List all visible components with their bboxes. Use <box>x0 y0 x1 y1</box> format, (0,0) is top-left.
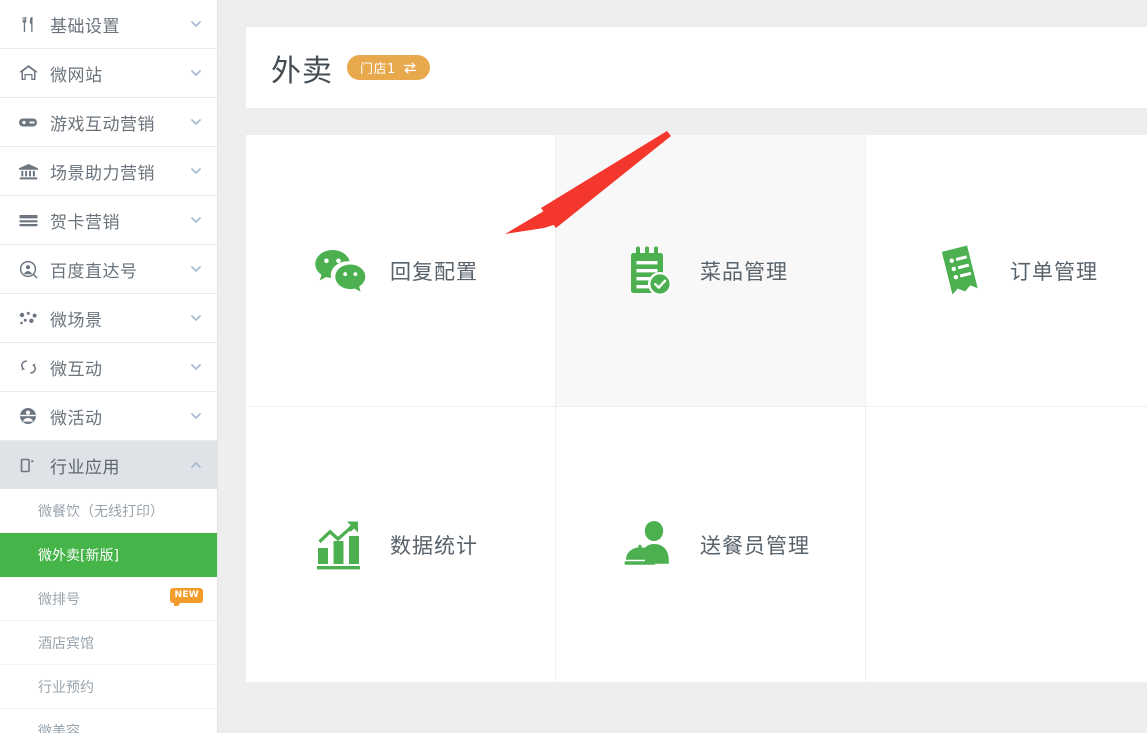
sidebar-item-scene-marketing[interactable]: 场景助力营销 <box>0 147 217 195</box>
sidebar-subnav-industry-apps: 微餐饮（无线打印） 微外卖[新版] 微排号 NEW 酒店宾馆 行业预约 微美容 <box>0 489 217 733</box>
tile-label: 数据统计 <box>390 533 478 558</box>
sidebar-item-industry-apps[interactable]: 行业应用 <box>0 441 217 489</box>
app-tiles-card: 回复配置 菜品管理 订单管理 数据统计 送餐员管理 <box>246 135 1147 682</box>
sidebar-group-scene-marketing: 场景助力营销 <box>0 147 217 196</box>
sidebar-item-micro-activity[interactable]: 微活动 <box>0 392 217 440</box>
chevron-down-icon <box>189 164 203 178</box>
scatter-icon <box>16 307 40 329</box>
sidebar-group-game-marketing: 游戏互动营销 <box>0 98 217 147</box>
page-header-card: 外卖 门店1 <box>246 27 1147 108</box>
sidebar-group-micro-interaction: 微互动 <box>0 343 217 392</box>
sidebar-item-label: 微活动 <box>50 408 103 429</box>
sidebar-item-label: 游戏互动营销 <box>50 114 155 135</box>
tile-reply-config[interactable]: 回复配置 <box>246 135 556 407</box>
sidebar-subitem-label: 微美容 <box>38 723 80 733</box>
card-icon <box>16 209 40 231</box>
main-content: 外卖 门店1 回复配置 菜品管理 订单管理 数据统计 送餐员管理 <box>219 0 1147 733</box>
delivery-person-icon <box>624 519 676 571</box>
sidebar-group-micro-scene: 微场景 <box>0 294 217 343</box>
tile-label: 菜品管理 <box>700 259 788 284</box>
bank-icon <box>16 160 40 182</box>
sidebar-subitem-micro-beauty[interactable]: 微美容 <box>0 709 217 733</box>
tile-label: 订单管理 <box>1010 259 1098 284</box>
store-switch-badge[interactable]: 门店1 <box>347 55 430 80</box>
tile-delivery-staff-management[interactable]: 送餐员管理 <box>556 407 866 682</box>
sidebar-subitem-industry-booking[interactable]: 行业预约 <box>0 665 217 709</box>
app-tiles-grid: 回复配置 菜品管理 订单管理 数据统计 送餐员管理 <box>246 135 1147 682</box>
sidebar-subitem-label: 微外卖[新版] <box>38 547 119 564</box>
gamepad-icon <box>16 111 40 133</box>
sidebar-subitem-hotel[interactable]: 酒店宾馆 <box>0 621 217 665</box>
sidebar-item-basic-settings[interactable]: 基础设置 <box>0 0 217 48</box>
chevron-down-icon <box>189 311 203 325</box>
tile-dish-management[interactable]: 菜品管理 <box>556 135 866 407</box>
sidebar-item-label: 基础设置 <box>50 16 120 37</box>
sidebar-item-label: 微互动 <box>50 359 103 380</box>
sidebar-item-micro-scene[interactable]: 微场景 <box>0 294 217 342</box>
swap-arrows-icon <box>403 62 417 74</box>
sidebar-item-baidu-zhidahao[interactable]: 百度直达号 <box>0 245 217 293</box>
chevron-down-icon <box>189 213 203 227</box>
sidebar: 基础设置 微网站 游戏互动营销 场景助力营销 贺卡营销 百度直达号 微场景 微互… <box>0 0 218 733</box>
sidebar-item-label: 场景助力营销 <box>50 163 155 184</box>
chevron-down-icon <box>189 360 203 374</box>
chevron-down-icon <box>189 115 203 129</box>
sidebar-group-industry-apps: 行业应用 微餐饮（无线打印） 微外卖[新版] 微排号 NEW 酒店宾馆 行业预约 <box>0 441 217 733</box>
tile-empty-slot <box>866 407 1147 682</box>
sidebar-item-card-marketing[interactable]: 贺卡营销 <box>0 196 217 244</box>
tile-label: 送餐员管理 <box>700 533 810 558</box>
industry-icon <box>16 454 40 476</box>
new-badge: NEW <box>170 588 203 606</box>
sidebar-subitem-label: 酒店宾馆 <box>38 635 94 652</box>
tile-order-management[interactable]: 订单管理 <box>866 135 1147 407</box>
store-switch-label: 门店1 <box>360 62 396 77</box>
home-icon <box>16 62 40 84</box>
bar-chart-arrow-icon <box>314 519 366 571</box>
sidebar-subitem-label: 微排号 <box>38 591 80 608</box>
sidebar-group-basic-settings: 基础设置 <box>0 0 217 49</box>
chevron-up-icon <box>189 458 203 472</box>
tile-label: 回复配置 <box>390 259 478 284</box>
sidebar-item-label: 微网站 <box>50 65 103 86</box>
exchange-icon <box>16 356 40 378</box>
sidebar-subitem-micro-takeaway[interactable]: 微外卖[新版] <box>0 533 217 577</box>
chevron-down-icon <box>189 262 203 276</box>
sidebar-group-baidu-zhidahao: 百度直达号 <box>0 245 217 294</box>
sidebar-subitem-micro-queue[interactable]: 微排号 NEW <box>0 577 217 621</box>
sidebar-item-label: 百度直达号 <box>50 261 138 282</box>
sidebar-group-micro-activity: 微活动 <box>0 392 217 441</box>
activity-icon <box>16 405 40 427</box>
chevron-down-icon <box>189 409 203 423</box>
sidebar-item-label: 贺卡营销 <box>50 212 120 233</box>
chevron-down-icon <box>189 66 203 80</box>
user-circle-icon <box>16 258 40 280</box>
sidebar-group-card-marketing: 贺卡营销 <box>0 196 217 245</box>
sidebar-subitem-label: 行业预约 <box>38 679 94 696</box>
cutlery-icon <box>16 13 40 35</box>
sidebar-group-micro-website: 微网站 <box>0 49 217 98</box>
sidebar-item-micro-interaction[interactable]: 微互动 <box>0 343 217 391</box>
wechat-icon <box>314 245 366 297</box>
sidebar-item-label: 微场景 <box>50 310 103 331</box>
sidebar-item-label: 行业应用 <box>50 457 120 478</box>
page-header-inner: 外卖 门店1 <box>246 27 1147 108</box>
menu-list-check-icon <box>624 245 676 297</box>
tile-data-statistics[interactable]: 数据统计 <box>246 407 556 682</box>
order-receipt-icon <box>934 245 986 297</box>
sidebar-subitem-label: 微餐饮（无线打印） <box>38 503 164 520</box>
sidebar-subitem-micro-catering[interactable]: 微餐饮（无线打印） <box>0 489 217 533</box>
chevron-down-icon <box>189 17 203 31</box>
sidebar-item-micro-website[interactable]: 微网站 <box>0 49 217 97</box>
page-title: 外卖 <box>271 53 333 89</box>
sidebar-item-game-marketing[interactable]: 游戏互动营销 <box>0 98 217 146</box>
